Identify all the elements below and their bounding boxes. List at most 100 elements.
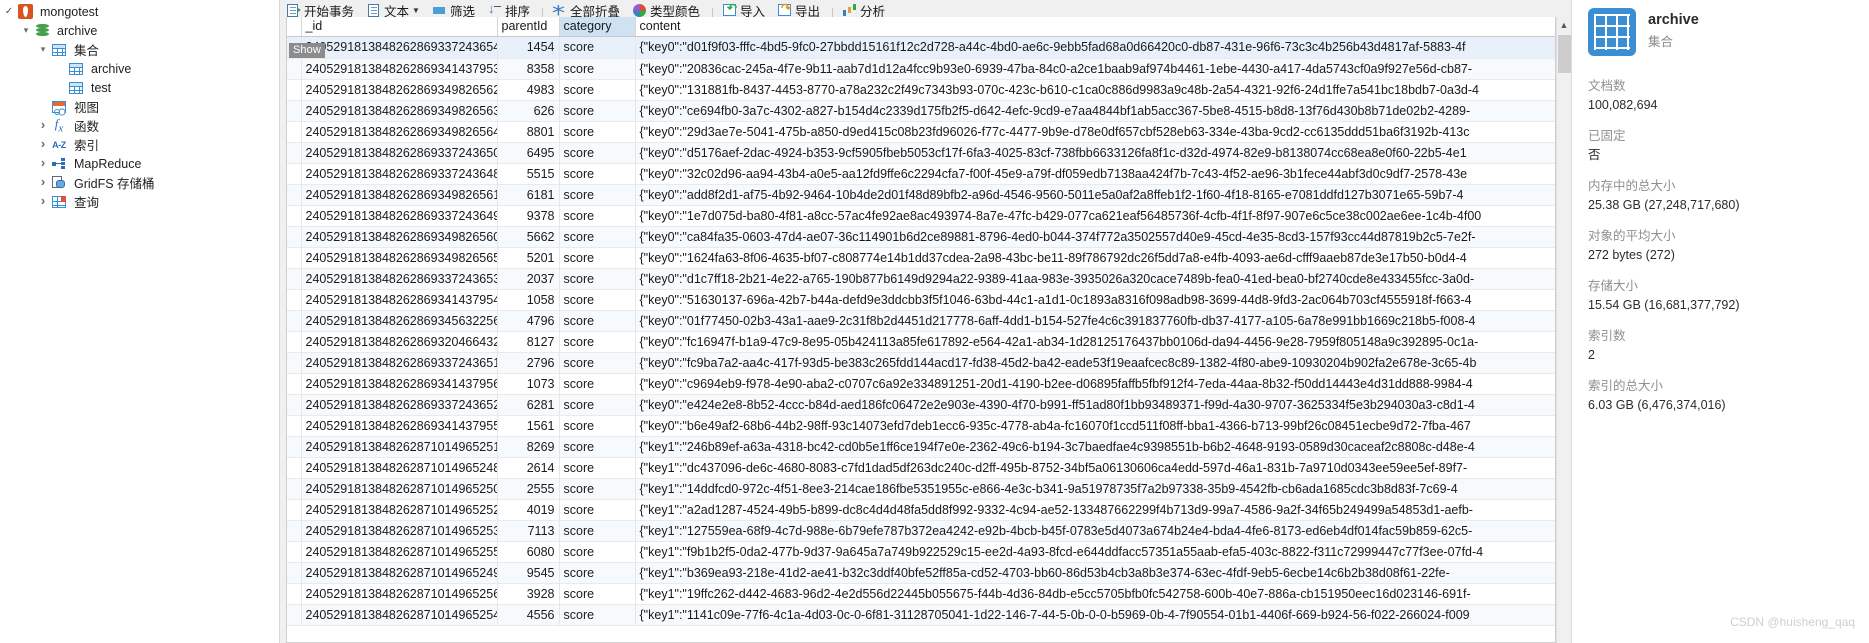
cell-content[interactable]: {"key1":"b369ea93-218e-41d2-ae41-b32c3dd… — [635, 562, 1555, 584]
tree-item-archive[interactable]: archive — [0, 21, 279, 40]
toolbar-button-begin-transaction[interactable]: 开始事务 — [286, 0, 354, 17]
chevron-down-icon[interactable]: ▼ — [412, 6, 420, 15]
toolbar-button-text-view[interactable]: 文本 ▼ — [366, 0, 420, 17]
cell-parentid[interactable]: 5201 — [497, 247, 560, 269]
cell-id[interactable]: 2405291813848262869320466432 — [301, 331, 498, 353]
cell-parentid[interactable]: 1561 — [497, 415, 560, 437]
cell-parentid[interactable]: 5515 — [497, 163, 560, 185]
row-marker-cell[interactable] — [287, 247, 302, 269]
row-marker-cell[interactable] — [287, 604, 302, 626]
table-row[interactable]: 2405291813848262871014965249 9545 score {"k… — [287, 562, 1555, 584]
cell-category[interactable]: score — [559, 520, 636, 542]
cell-parentid[interactable]: 3928 — [497, 583, 560, 605]
cell-category[interactable]: score — [559, 79, 636, 101]
tree-item-索引[interactable]: A-Z 索引 — [0, 135, 279, 154]
row-marker-cell[interactable] — [287, 268, 302, 290]
cell-category[interactable]: score — [559, 100, 636, 122]
cell-id[interactable]: 2405291813848262871014965248 — [301, 457, 498, 479]
connection-tree[interactable]: mongotest archive 集合 archive test 视图 fx 函数 A-Z 索引… — [0, 2, 279, 211]
toolbar-button-filter-funnel[interactable]: 筛选 — [432, 0, 475, 17]
cell-parentid[interactable]: 4556 — [497, 604, 560, 626]
cell-content[interactable]: {"key0":"d5176aef-2dac-4924-b353-9cf5905… — [635, 142, 1555, 164]
cell-id[interactable]: 2405291813848262869337243652 — [301, 394, 498, 416]
result-grid[interactable]: Show _id parentId category content ▶2405 — [286, 17, 1556, 643]
row-marker-cell[interactable] — [287, 352, 302, 374]
row-marker-cell[interactable] — [287, 58, 302, 80]
table-row[interactable]: 2405291813848262869341437955 1561 score {"k… — [287, 415, 1555, 437]
table-row[interactable]: 2405291813848262871014965254 4556 score {"k… — [287, 604, 1555, 626]
cell-parentid[interactable]: 2555 — [497, 478, 560, 500]
object-tree-sidebar[interactable]: mongotest archive 集合 archive test 视图 fx 函数 A-Z 索引… — [0, 0, 280, 643]
tree-item-查询[interactable]: 查询 — [0, 192, 279, 211]
cell-category[interactable]: score — [559, 394, 636, 416]
cell-category[interactable]: score — [559, 36, 636, 59]
documents-table[interactable]: _id parentId category content ▶240529181… — [287, 17, 1555, 626]
cell-content[interactable]: {"key1":"19ffc262-d442-4683-96d2-4e2d556… — [635, 583, 1555, 605]
cell-content[interactable]: {"key1":"127559ea-68f9-4c7d-988e-6b79efe… — [635, 520, 1555, 542]
cell-id[interactable]: 2405291813848262869349826561 — [301, 184, 498, 206]
table-row[interactable]: 2405291813848262869341437956 1073 score {"k… — [287, 373, 1555, 395]
row-marker-cell[interactable] — [287, 121, 302, 143]
cell-content[interactable]: {"key1":"14ddfcd0-972c-4f51-8ee3-214cae1… — [635, 478, 1555, 500]
cell-id[interactable]: 2405291813848262869349826565 — [301, 247, 498, 269]
table-row[interactable]: 2405291813848262869337243650 6495 score {"k… — [287, 142, 1555, 164]
tree-twisty-closed-icon[interactable] — [36, 153, 50, 174]
cell-parentid[interactable]: 2614 — [497, 457, 560, 479]
row-marker-cell[interactable] — [287, 457, 302, 479]
cell-parentid[interactable]: 6080 — [497, 541, 560, 563]
cell-content[interactable]: {"key0":"fc9ba7a2-aa4c-417f-93d5-be383c2… — [635, 352, 1555, 374]
row-marker-cell[interactable] — [287, 205, 302, 227]
row-marker-cell[interactable] — [287, 310, 302, 332]
table-body[interactable]: ▶24052918138482628693372436541454score{"… — [287, 36, 1555, 626]
cell-id[interactable]: 2405291813848262869337243653 — [301, 268, 498, 290]
cell-content[interactable]: {"key0":"b6e49af2-68b6-44b2-98ff-93c1407… — [635, 415, 1555, 437]
tree-twisty-open-icon[interactable] — [36, 40, 50, 59]
cell-parentid[interactable]: 626 — [497, 100, 560, 122]
cell-parentid[interactable]: 4019 — [497, 499, 560, 521]
table-row[interactable]: 2405291813848262869337243651 2796 score {"k… — [287, 352, 1555, 374]
grid-toolbar[interactable]: 开始事务文本▼筛选排序>|<全部折叠类型颜色导入导出分析 — [280, 0, 1571, 17]
cell-id[interactable]: 2405291813848262869341437956 — [301, 373, 498, 395]
table-row[interactable]: 2405291813848262869349826565 5201 score {"k… — [287, 247, 1555, 269]
toolbar-button-export[interactable]: 导出 — [777, 0, 820, 17]
cell-category[interactable]: score — [559, 541, 636, 563]
cell-content[interactable]: {"key0":"ca84fa35-0603-47d4-ae07-36c1149… — [635, 226, 1555, 248]
tree-item-函数[interactable]: fx 函数 — [0, 116, 279, 135]
cell-id[interactable]: 2405291813848262871014965256 — [301, 583, 498, 605]
cell-parentid[interactable]: 6281 — [497, 394, 560, 416]
cell-content[interactable]: {"key0":"32c02d96-aa94-43b4-a0e5-aa12fd9… — [635, 163, 1555, 185]
row-marker-cell[interactable] — [287, 520, 302, 542]
tree-item-视图[interactable]: 视图 — [0, 97, 279, 116]
toolbar-button-analyze[interactable]: 分析 — [842, 0, 885, 17]
row-marker-cell[interactable] — [287, 562, 302, 584]
column-header-id[interactable]: _id — [301, 17, 498, 37]
row-marker-cell[interactable] — [287, 373, 302, 395]
cell-category[interactable]: score — [559, 184, 636, 206]
cell-category[interactable]: score — [559, 289, 636, 311]
table-row[interactable]: 2405291813848262871014965255 6080 score {"k… — [287, 541, 1555, 563]
row-marker-cell[interactable] — [287, 142, 302, 164]
cell-content[interactable]: {"key1":"f9b1b2f5-0da2-477b-9d37-9a645a7… — [635, 541, 1555, 563]
cell-content[interactable]: {"key1":"dc437096-de6c-4680-8083-c7fd1da… — [635, 457, 1555, 479]
scrollbar-thumb[interactable] — [1558, 35, 1571, 73]
cell-category[interactable]: score — [559, 205, 636, 227]
grid-vertical-scrollbar[interactable]: ▲ — [1556, 17, 1571, 643]
column-header-content[interactable]: content — [635, 17, 1555, 37]
cell-id[interactable]: 2405291813848262871014965250 — [301, 478, 498, 500]
toolbar-button-import[interactable]: 导入 — [722, 0, 765, 17]
table-row[interactable]: 2405291813848262869349826564 8801 score {"k… — [287, 121, 1555, 143]
cell-content[interactable]: {"key0":"1e7d075d-ba80-4f81-a8cc-57ac4fe… — [635, 205, 1555, 227]
tree-item-gridfs-存储桶[interactable]: GridFS 存储桶 — [0, 173, 279, 192]
cell-category[interactable]: score — [559, 499, 636, 521]
cell-content[interactable]: {"key0":"d01f9f03-fffc-4bd5-9fc0-27bbdd1… — [635, 36, 1555, 59]
cell-category[interactable]: score — [559, 373, 636, 395]
cell-category[interactable]: score — [559, 142, 636, 164]
cell-parentid[interactable]: 5662 — [497, 226, 560, 248]
cell-parentid[interactable]: 2037 — [497, 268, 560, 290]
table-row[interactable]: 2405291813848262871014965252 4019 score {"k… — [287, 499, 1555, 521]
column-header-parentid[interactable]: parentId — [497, 17, 560, 37]
cell-parentid[interactable]: 9545 — [497, 562, 560, 584]
tree-twisty-check-icon[interactable] — [2, 2, 16, 21]
cell-content[interactable]: {"key0":"1624fa63-8f06-4635-bf07-c808774… — [635, 247, 1555, 269]
row-marker-cell[interactable] — [287, 184, 302, 206]
